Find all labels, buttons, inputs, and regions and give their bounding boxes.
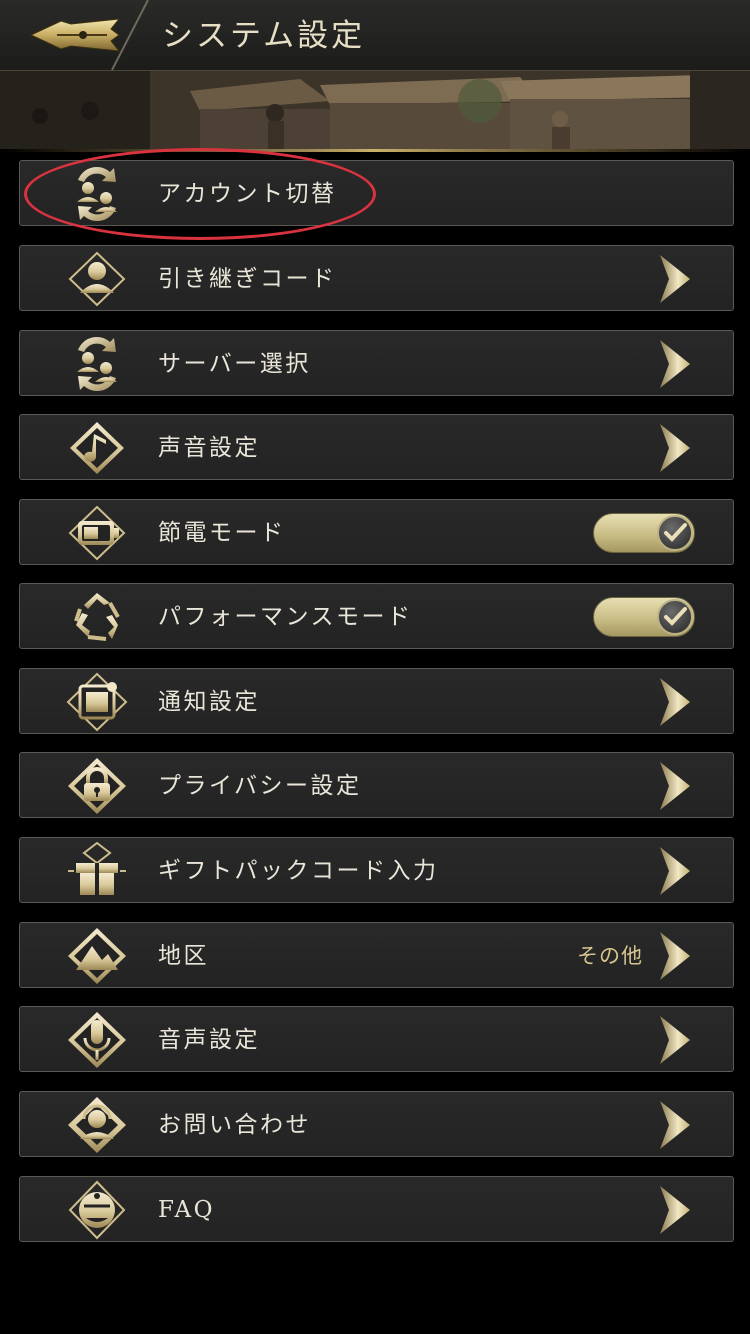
menu-item-label: サーバー選択 <box>158 351 311 377</box>
header-bar: システム設定 <box>0 0 750 71</box>
chevron-right-icon <box>660 1101 690 1149</box>
faq-icon <box>68 1180 126 1240</box>
chevron-right-icon <box>660 932 690 980</box>
chevron-right-icon <box>660 847 690 895</box>
menu-item-label: FAQ <box>158 1197 215 1223</box>
chevron-right-icon <box>660 762 690 810</box>
menu-item-label: アカウント切替 <box>158 181 337 207</box>
menu-item-server-select[interactable]: サーバー選択 <box>19 330 734 396</box>
toggle-knob <box>657 599 693 635</box>
user-icon <box>68 251 126 307</box>
gift-icon <box>68 841 126 895</box>
support-icon <box>68 1097 126 1153</box>
menu-item-region[interactable]: 地区 その他 <box>19 922 734 988</box>
menu-item-label: 節電モード <box>158 520 286 546</box>
region-value: その他 <box>577 944 643 968</box>
check-icon <box>664 607 687 626</box>
menu-item-voice-settings[interactable]: 音声設定 <box>19 1006 734 1072</box>
power-saving-toggle[interactable] <box>593 513 695 553</box>
menu-item-notification[interactable]: 通知設定 <box>19 668 734 734</box>
chevron-right-icon <box>660 1016 690 1064</box>
menu-item-label: パフォーマンスモード <box>158 604 413 630</box>
page-title: システム設定 <box>162 18 366 54</box>
region-icon <box>68 928 126 984</box>
header-divider <box>111 0 149 70</box>
menu-item-power-saving[interactable]: 節電モード <box>19 499 734 565</box>
banner-image <box>0 71 750 149</box>
performance-icon <box>74 593 120 641</box>
menu-item-transfer-code[interactable]: 引き継ぎコード <box>19 245 734 311</box>
toggle-knob <box>657 515 693 551</box>
menu-item-account-switch[interactable]: アカウント切替 <box>19 160 734 226</box>
menu-item-label: 通知設定 <box>158 689 260 715</box>
chevron-right-icon <box>660 340 690 388</box>
menu-item-label: 地区 <box>158 943 209 969</box>
menu-item-privacy[interactable]: プライバシー設定 <box>19 752 734 818</box>
menu-item-faq[interactable]: FAQ <box>19 1176 734 1242</box>
banner-divider <box>0 149 750 152</box>
menu-item-gift-code[interactable]: ギフトパックコード入力 <box>19 837 734 903</box>
menu-item-label: ギフトパックコード入力 <box>158 858 439 884</box>
menu-item-performance-mode[interactable]: パフォーマンスモード <box>19 583 734 649</box>
server-select-icon <box>77 336 117 392</box>
menu-item-contact[interactable]: お問い合わせ <box>19 1091 734 1157</box>
town-scene-banner <box>0 71 750 149</box>
menu-item-voice-sound[interactable]: 声音設定 <box>19 414 734 480</box>
menu-item-label: 音声設定 <box>158 1027 260 1053</box>
chevron-right-icon <box>660 255 690 303</box>
notification-icon <box>66 672 128 732</box>
chevron-right-icon <box>660 678 690 726</box>
account-switch-icon <box>77 166 117 222</box>
menu-item-label: 引き継ぎコード <box>158 266 337 292</box>
performance-mode-toggle[interactable] <box>593 597 695 637</box>
chevron-right-icon <box>660 424 690 472</box>
music-note-icon <box>70 422 124 474</box>
chevron-right-icon <box>660 1186 690 1234</box>
battery-icon <box>68 505 126 561</box>
menu-item-label: お問い合わせ <box>158 1112 311 1138</box>
menu-item-label: 声音設定 <box>158 435 260 461</box>
microphone-icon <box>68 1012 126 1068</box>
check-icon <box>664 523 687 542</box>
menu-item-label: プライバシー設定 <box>158 773 362 799</box>
lock-icon <box>68 758 126 814</box>
